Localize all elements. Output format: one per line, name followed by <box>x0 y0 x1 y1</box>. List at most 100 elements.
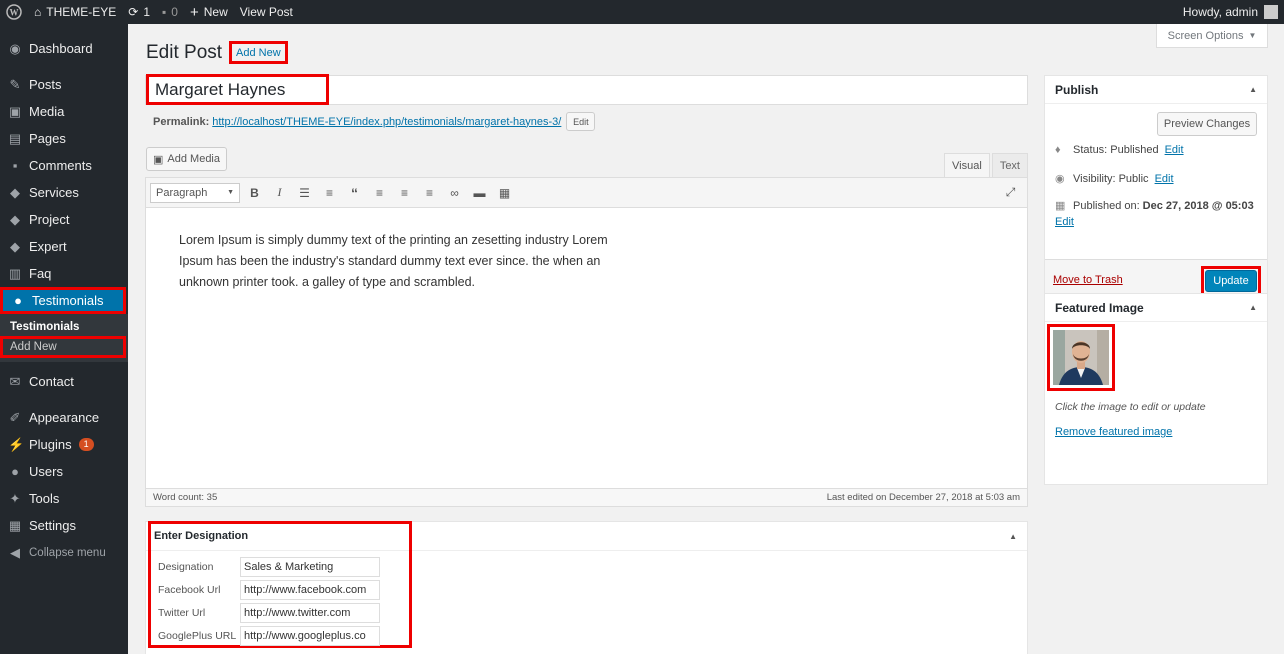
googleplus-field: GooglePlus URL <box>158 626 380 646</box>
collapse-arrow-icon[interactable]: ▲ <box>1249 85 1257 94</box>
sidebar-item-appearance[interactable]: ✐ Appearance <box>0 404 128 431</box>
sidebar-item-users[interactable]: ● Users <box>0 458 128 485</box>
add-new-button[interactable]: Add New <box>229 41 288 64</box>
update-highlight: Update <box>1201 266 1261 296</box>
wordpress-logo[interactable]: W <box>0 0 28 24</box>
comment-icon: ▪ <box>162 5 167 19</box>
sidebar-item-posts[interactable]: ✎ Posts <box>0 71 128 98</box>
sidebar-item-settings[interactable]: ▦ Settings <box>0 512 128 539</box>
link-button[interactable]: ∞ <box>444 182 465 204</box>
chevron-down-icon: ▼ <box>227 189 234 196</box>
sidebar-item-contact[interactable]: ✉ Contact <box>0 368 128 395</box>
wrench-icon: ✦ <box>9 490 21 506</box>
permalink-link[interactable]: http://localhost/THEME-EYE/index.php/tes… <box>212 116 561 128</box>
editor-content-area[interactable]: Lorem Ipsum is simply dummy text of the … <box>145 207 1028 489</box>
settings-icon: ▦ <box>8 517 22 533</box>
facebook-field: Facebook Url <box>158 580 380 600</box>
preview-changes-button[interactable]: Preview Changes <box>1157 112 1257 136</box>
comments-icon: ▪ <box>12 158 18 173</box>
site-name-link[interactable]: ⌂ THEME-EYE <box>28 0 122 24</box>
status-row: ♦ Status: Published Edit <box>1055 144 1184 156</box>
googleplus-url-input[interactable] <box>240 626 380 646</box>
designation-field: Designation <box>158 557 380 577</box>
new-content-link[interactable]: + New <box>184 0 234 24</box>
permalink-edit-button[interactable]: Edit <box>566 112 596 131</box>
sidebar-item-expert[interactable]: ◆ Expert <box>0 233 128 260</box>
align-right-button[interactable]: ≡ <box>419 182 440 204</box>
admin-sidebar: ◉ Dashboard ✎ Posts ▣ Media ▤ Pages ▪ Comment… <box>0 24 128 654</box>
screen-options-button[interactable]: Screen Options ▼ <box>1156 24 1268 48</box>
designation-input[interactable] <box>240 557 380 577</box>
numbered-list-button[interactable]: ≡ <box>319 182 340 204</box>
remove-featured-image-link[interactable]: Remove featured image <box>1055 426 1172 438</box>
published-edit-link[interactable]: Edit <box>1055 216 1074 228</box>
view-post-link[interactable]: View Post <box>234 0 299 24</box>
collapse-menu-button[interactable]: ◀ Collapse menu <box>0 539 128 566</box>
editor: ▣ Add Media Visual Text <box>145 147 1028 177</box>
facebook-url-input[interactable] <box>240 580 380 600</box>
bold-button[interactable]: B <box>244 182 265 204</box>
align-center-button[interactable]: ≡ <box>394 182 415 204</box>
plug-icon: ⚡ <box>8 436 25 452</box>
sidebar-item-comments[interactable]: ▪ Comments <box>0 152 128 179</box>
status-edit-link[interactable]: Edit <box>1165 144 1184 156</box>
add-media-button[interactable]: ▣ Add Media <box>146 147 227 171</box>
pin-icon: ♦ <box>1055 144 1061 156</box>
sidebar-item-tools[interactable]: ✦ Tools <box>0 485 128 512</box>
bullet-list-button[interactable]: ☰ <box>294 182 315 204</box>
twitter-url-input[interactable] <box>240 603 380 623</box>
tag-icon: ◆ <box>10 238 20 254</box>
updates-link[interactable]: ⟳ 1 <box>122 0 156 24</box>
plugins-update-badge: 1 <box>78 438 94 451</box>
home-icon: ⌂ <box>34 5 42 19</box>
sidebar-item-dashboard[interactable]: ◉ Dashboard <box>0 35 128 62</box>
post-title-value[interactable]: Margaret Haynes <box>146 74 329 105</box>
featured-image-highlight <box>1047 324 1115 391</box>
designation-title: Enter Designation <box>154 529 249 542</box>
chevron-down-icon: ▼ <box>1248 31 1257 40</box>
toolbar-toggle-button[interactable]: ▦ <box>494 182 515 204</box>
admin-bar: W ⌂ THEME-EYE ⟳ 1 ▪ 0 + New View Post Ho… <box>0 0 1284 24</box>
media-icon: ▣ <box>8 103 22 119</box>
collapse-arrow-icon[interactable]: ▲ <box>1009 532 1017 541</box>
comments-link[interactable]: ▪ 0 <box>156 0 184 24</box>
italic-button[interactable]: I <box>269 182 290 204</box>
move-to-trash-link[interactable]: Move to Trash <box>1053 274 1123 286</box>
testimonials-submenu: Testimonials Add New <box>0 314 128 362</box>
featured-image-thumbnail[interactable] <box>1053 330 1109 385</box>
mail-icon: ✉ <box>9 373 21 389</box>
account-menu[interactable]: Howdy, admin <box>1183 5 1284 19</box>
visibility-row: ◉ Visibility: Public Edit <box>1055 172 1174 186</box>
featured-image-metabox: Featured Image ▲ Click the image to edit … <box>1044 293 1268 485</box>
sidebar-item-services[interactable]: ◆ Services <box>0 179 128 206</box>
sidebar-item-pages[interactable]: ▤ Pages <box>0 125 128 152</box>
main-content: Edit Post Add New Screen Options ▼ Margar… <box>128 24 1284 654</box>
users-icon: ● <box>11 464 19 479</box>
align-left-button[interactable]: ≡ <box>369 182 390 204</box>
fullscreen-icon[interactable]: ⤢ <box>1000 182 1021 204</box>
avatar-icon <box>1264 5 1278 19</box>
update-button[interactable]: Update <box>1205 270 1257 292</box>
calendar-icon: ▦ <box>1055 200 1066 212</box>
sidebar-item-faq[interactable]: ▥ Faq <box>0 260 128 287</box>
sidebar-item-project[interactable]: ◆ Project <box>0 206 128 233</box>
tab-visual[interactable]: Visual <box>944 153 990 177</box>
visibility-edit-link[interactable]: Edit <box>1155 173 1174 185</box>
tab-text[interactable]: Text <box>991 153 1028 177</box>
collapse-arrow-icon[interactable]: ▲ <box>1249 303 1257 312</box>
user-icon: ● <box>14 293 22 308</box>
sidebar-item-plugins[interactable]: ⚡ Plugins 1 <box>0 431 128 458</box>
tag-icon: ◆ <box>10 184 20 200</box>
editor-toolbar: Paragraph ▼ B I ☰ ≡ “ ≡ ≡ ≡ ∞ ▬ ▦ ⤢ <box>145 177 1028 207</box>
read-more-button[interactable]: ▬ <box>469 182 490 204</box>
refresh-icon: ⟳ <box>128 5 139 19</box>
submenu-add-new[interactable]: Add New <box>0 336 126 358</box>
wordpress-icon: W <box>6 4 22 20</box>
sidebar-item-testimonials[interactable]: ● Testimonials <box>0 287 126 314</box>
blockquote-button[interactable]: “ <box>344 182 365 204</box>
brush-icon: ✐ <box>9 409 21 425</box>
sidebar-item-media[interactable]: ▣ Media <box>0 98 128 125</box>
permalink-row: Permalink: http://localhost/THEME-EYE/in… <box>153 112 596 131</box>
format-select[interactable]: Paragraph ▼ <box>150 182 240 203</box>
submenu-testimonials[interactable]: Testimonials <box>0 318 128 336</box>
